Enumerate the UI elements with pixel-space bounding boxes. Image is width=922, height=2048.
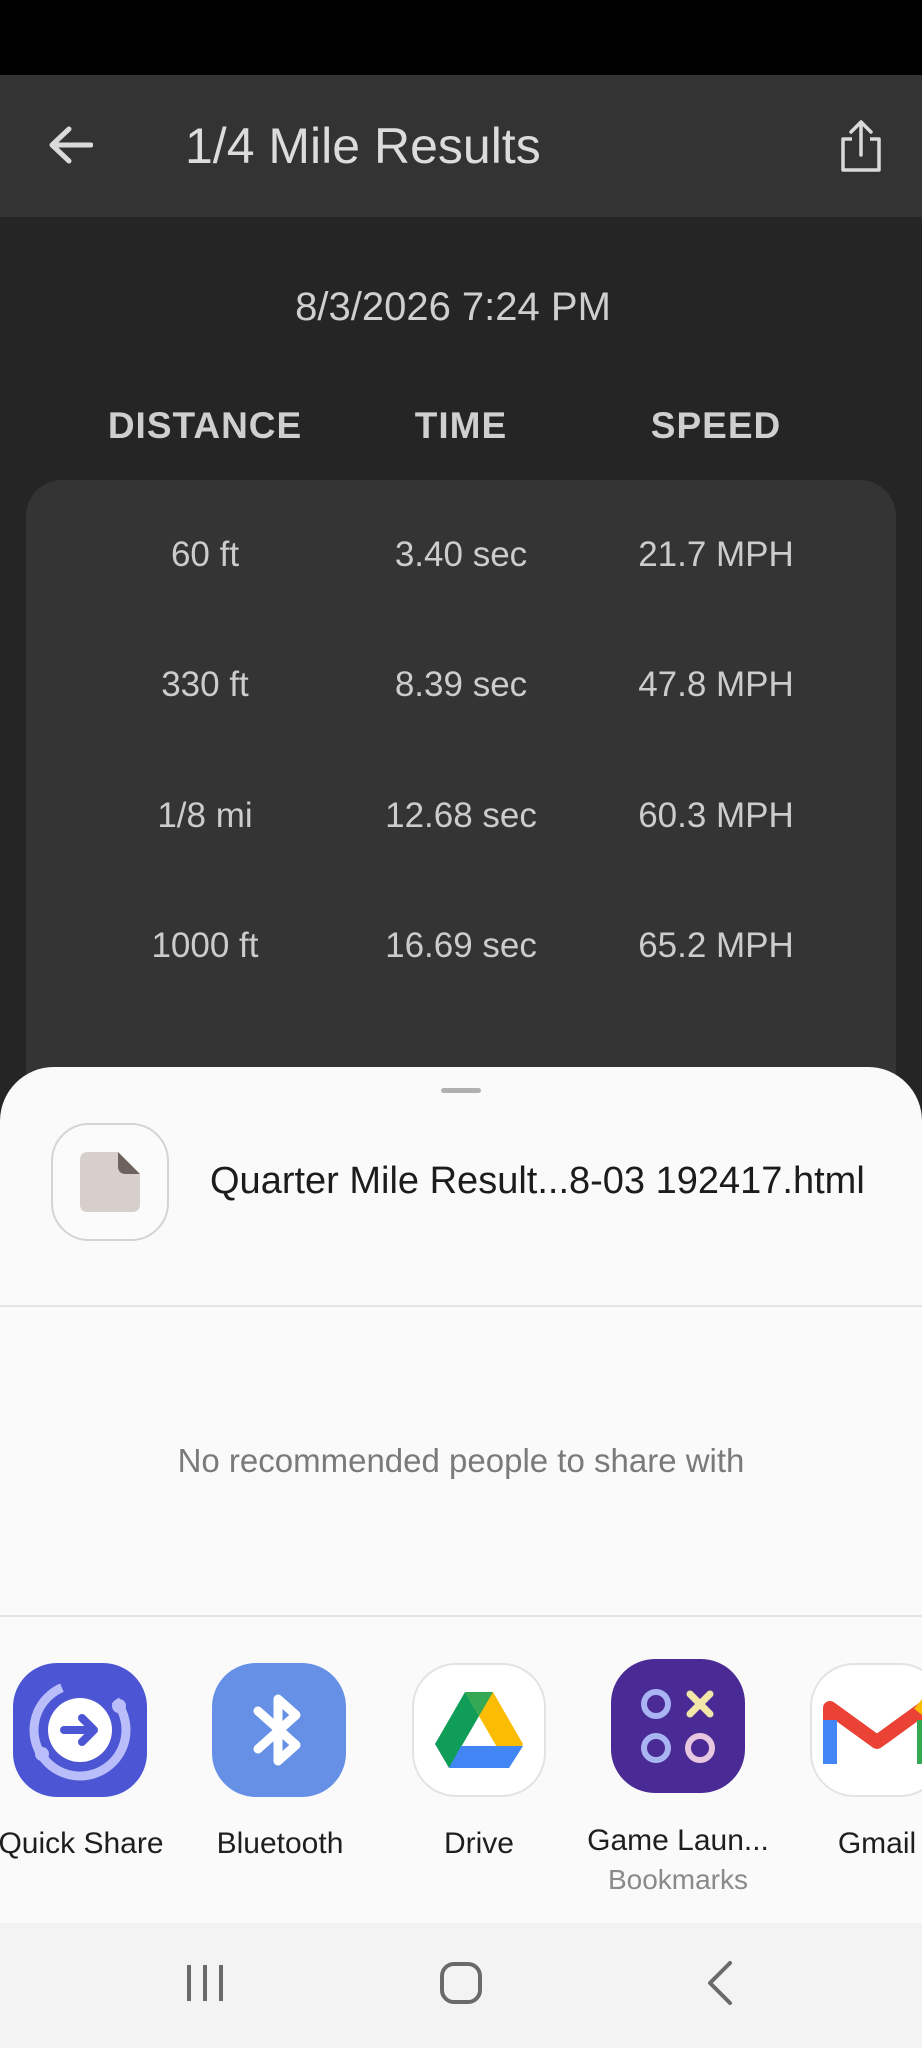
share-icon <box>841 120 881 172</box>
back-button[interactable] <box>30 105 110 185</box>
arrow-left-icon <box>49 126 93 164</box>
file-thumbnail <box>51 1123 169 1241</box>
bluetooth-button[interactable] <box>212 1663 346 1797</box>
app-label: Bluetooth <box>216 1827 344 1860</box>
navigation-bar <box>0 1923 922 2048</box>
cell-speed: 60.3 MPH <box>638 796 794 835</box>
cell-distance: 330 ft <box>161 665 249 704</box>
app-sublabel: Bookmarks <box>607 1864 749 1895</box>
app-label: Quick Share <box>0 1827 164 1860</box>
bluetooth-icon <box>253 1694 301 1766</box>
nav-back-icon <box>708 1961 732 2005</box>
column-header-speed: SPEED <box>650 405 782 446</box>
recents-button[interactable] <box>155 1943 255 2023</box>
drive-button[interactable] <box>412 1663 546 1797</box>
cell-speed: 21.7 MPH <box>638 535 794 574</box>
cell-distance: 1000 ft <box>151 926 259 965</box>
page-title: 1/4 Mile Results <box>185 118 541 174</box>
gmail-icon <box>823 1699 922 1764</box>
column-header-distance: DISTANCE <box>107 405 303 446</box>
file-name: Quarter Mile Result...8-03 192417.html <box>210 1160 865 1202</box>
gmail-button[interactable] <box>810 1663 922 1797</box>
drive-icon <box>435 1692 523 1768</box>
status-bar <box>0 0 922 75</box>
home-icon <box>440 1962 482 2004</box>
home-button[interactable] <box>411 1943 511 2023</box>
app-label: Drive <box>443 1827 514 1860</box>
quick-share-button[interactable] <box>13 1663 147 1797</box>
cell-distance: 1/8 mi <box>157 796 253 835</box>
nav-back-button[interactable] <box>670 1943 770 2023</box>
game-launcher-icon <box>641 1689 715 1763</box>
app-label: Game Laun... <box>587 1824 769 1857</box>
app-bar: 1/4 Mile Results <box>0 75 922 217</box>
share-sheet: Quarter Mile Result...8-03 192417.html N… <box>0 1067 922 1923</box>
share-button[interactable] <box>824 109 898 183</box>
app-label: Gmail <box>837 1827 917 1860</box>
no-recommendations-text: No recommended people to share with <box>177 1442 745 1479</box>
result-date: 8/3/2026 7:24 PM <box>295 285 611 329</box>
cell-speed: 47.8 MPH <box>638 665 794 704</box>
sheet-drag-handle[interactable] <box>441 1088 481 1093</box>
recents-icon <box>187 1965 223 2001</box>
divider <box>0 1305 922 1307</box>
cell-distance: 60 ft <box>170 535 240 574</box>
divider <box>0 1615 922 1617</box>
cell-speed: 65.2 MPH <box>638 926 794 965</box>
quick-share-icon <box>29 1679 131 1781</box>
document-icon <box>80 1152 140 1212</box>
game-launcher-button[interactable] <box>611 1659 745 1793</box>
